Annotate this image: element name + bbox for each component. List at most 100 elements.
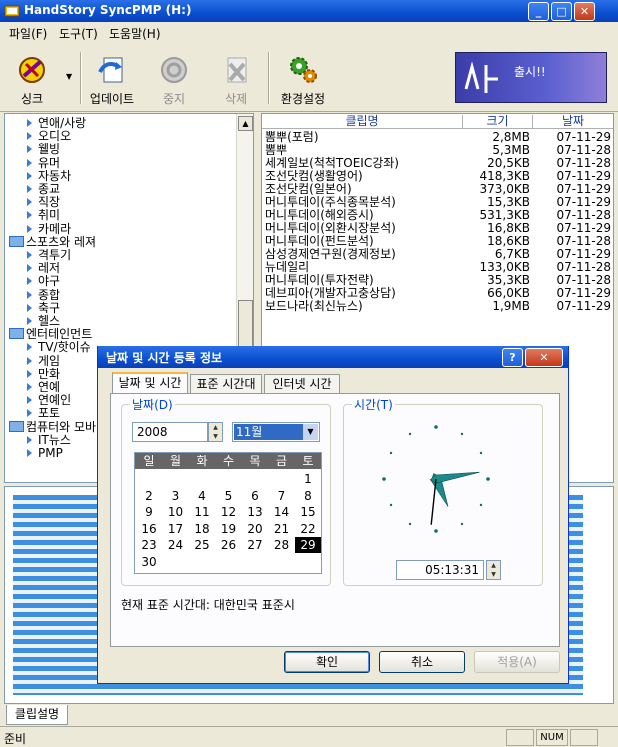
- tree-item[interactable]: 카메라: [27, 222, 71, 236]
- calendar-day[interactable]: 24: [163, 537, 189, 553]
- calendar-day[interactable]: 22: [295, 521, 321, 537]
- calendar-day[interactable]: 21: [269, 521, 295, 537]
- calendar-day[interactable]: 14: [269, 504, 295, 520]
- tree-item[interactable]: 만화: [27, 367, 60, 381]
- dialog-close-button[interactable]: ✕: [525, 348, 563, 367]
- tree-item[interactable]: 포토: [27, 407, 60, 420]
- tree-item[interactable]: 취미: [27, 209, 60, 222]
- tab-date-time[interactable]: 날짜 및 시간: [112, 372, 188, 394]
- calendar-day[interactable]: 16: [136, 521, 162, 537]
- calendar-day[interactable]: 26: [216, 537, 242, 553]
- tree-item[interactable]: 축구: [27, 301, 60, 315]
- tree-item[interactable]: 웰빙: [27, 143, 60, 156]
- expand-arrow-icon: [27, 132, 32, 141]
- tree-item[interactable]: 게임: [27, 354, 60, 368]
- tab-internet-time[interactable]: 인터넷 시간: [264, 374, 340, 394]
- ad-banner[interactable]: 출시!!: [455, 52, 607, 103]
- tree-item-label: PMP: [38, 446, 63, 460]
- tree-item[interactable]: 종교: [27, 183, 60, 196]
- tree-item[interactable]: IT뉴스: [27, 433, 71, 447]
- menu-file[interactable]: 파일(F): [9, 25, 47, 42]
- calendar-day[interactable]: 18: [189, 521, 215, 537]
- tree-folder[interactable]: 엔터테인먼트: [9, 328, 92, 341]
- stop-button[interactable]: 중지: [144, 50, 204, 106]
- year-spinner[interactable]: ▲ ▼: [208, 422, 223, 442]
- calendar-day[interactable]: 19: [216, 521, 242, 537]
- year-field[interactable]: 2008: [132, 422, 208, 442]
- cancel-button[interactable]: 취소: [379, 651, 465, 673]
- column-header-size[interactable]: 크기: [462, 115, 532, 129]
- calendar[interactable]: 일월화수목금토 1 2 3 4 5 6 7 8 9 10 11 12 13 14 15 16 17 18 19 20 2…: [134, 452, 322, 574]
- update-icon: [98, 57, 123, 83]
- calendar-day[interactable]: 23: [136, 537, 162, 553]
- minimize-button[interactable]: _: [528, 2, 549, 21]
- calendar-day[interactable]: 30: [136, 554, 162, 570]
- sync-button[interactable]: 싱크: [2, 50, 62, 106]
- tree-item[interactable]: 자동차: [27, 169, 71, 183]
- maximize-button[interactable]: □: [551, 2, 572, 21]
- time-spinner[interactable]: ▲ ▼: [486, 560, 501, 580]
- tree-item[interactable]: 격투기: [27, 249, 71, 262]
- scroll-thumb[interactable]: [238, 300, 253, 352]
- calendar-day[interactable]: 7: [269, 488, 295, 504]
- calendar-day[interactable]: 2: [136, 488, 162, 504]
- calendar-day[interactable]: 9: [136, 504, 162, 520]
- tree-item[interactable]: 연예: [27, 381, 60, 394]
- clock-tick: [389, 451, 393, 455]
- calendar-day[interactable]: 27: [242, 537, 268, 553]
- tree-folder[interactable]: 스포츠와 레져: [9, 234, 97, 249]
- calendar-day[interactable]: 28: [269, 537, 295, 553]
- expand-arrow-icon: [27, 303, 32, 312]
- calendar-day[interactable]: 11: [189, 504, 215, 520]
- menu-tools[interactable]: 도구(T): [59, 25, 98, 42]
- menu-help[interactable]: 도움말(H): [109, 25, 161, 42]
- calendar-day[interactable]: 13: [242, 504, 268, 520]
- tree-item[interactable]: 연애/사랑: [27, 117, 86, 130]
- calendar-day[interactable]: 12: [216, 504, 242, 520]
- help-button[interactable]: ?: [502, 348, 523, 367]
- tree-item[interactable]: 헬스: [27, 315, 60, 328]
- tree-item[interactable]: 연예인: [27, 394, 71, 407]
- scroll-up-button[interactable]: ▲: [238, 116, 253, 131]
- apply-button[interactable]: 적용(A): [474, 651, 560, 673]
- tree-item[interactable]: 오디오: [27, 130, 71, 143]
- calendar-day[interactable]: 6: [242, 488, 268, 504]
- tree-item[interactable]: 종합: [27, 288, 60, 302]
- tree-item[interactable]: 유머: [27, 156, 60, 170]
- tab-timezone[interactable]: 표준 시간대: [190, 374, 262, 394]
- settings-button[interactable]: 환경설정: [272, 50, 334, 106]
- close-button[interactable]: ✕: [574, 2, 595, 21]
- calendar-day-selected[interactable]: 29: [295, 537, 321, 553]
- list-row[interactable]: 보드나라(최신뉴스) 1,9MB 07-11-29: [265, 300, 611, 313]
- calendar-day[interactable]: 8: [295, 488, 321, 504]
- month-select[interactable]: 11월 ▼: [232, 422, 320, 442]
- calendar-day[interactable]: 4: [189, 488, 215, 504]
- tree-folder[interactable]: 컴퓨터와 모바: [9, 420, 96, 434]
- expand-arrow-icon: [27, 211, 32, 220]
- calendar-day[interactable]: 5: [216, 488, 242, 504]
- column-header-date[interactable]: 날짜: [532, 115, 613, 129]
- calendar-day[interactable]: 25: [189, 537, 215, 553]
- expand-arrow-icon: [27, 185, 32, 193]
- tree-item[interactable]: TV/핫이슈: [27, 341, 91, 354]
- delete-button[interactable]: 삭제: [206, 50, 266, 106]
- tab-clip-description[interactable]: 클립설명: [6, 705, 68, 725]
- calendar-day[interactable]: 3: [163, 488, 189, 504]
- tree-item-label: 스포츠와 레져: [26, 234, 97, 249]
- ok-button[interactable]: 확인: [284, 651, 370, 673]
- sync-dropdown-icon[interactable]: ▼: [66, 72, 72, 81]
- time-field[interactable]: 05:13:31: [396, 560, 484, 580]
- chevron-down-icon[interactable]: ▼: [303, 424, 318, 440]
- update-button[interactable]: 업데이트: [82, 50, 142, 106]
- calendar-day[interactable]: 17: [163, 521, 189, 537]
- tree-item[interactable]: PMP: [27, 447, 63, 460]
- column-header-clipname[interactable]: 클립명: [262, 115, 462, 129]
- tree-item[interactable]: 직장: [27, 196, 60, 209]
- tree-item[interactable]: 레저: [27, 262, 60, 275]
- calendar-day[interactable]: 15: [295, 504, 321, 520]
- calendar-day[interactable]: 10: [163, 504, 189, 520]
- calendar-day[interactable]: 20: [242, 521, 268, 537]
- weekday-label: 금: [275, 454, 288, 468]
- tree-item[interactable]: 야구: [27, 275, 60, 288]
- calendar-day[interactable]: 1: [295, 471, 321, 487]
